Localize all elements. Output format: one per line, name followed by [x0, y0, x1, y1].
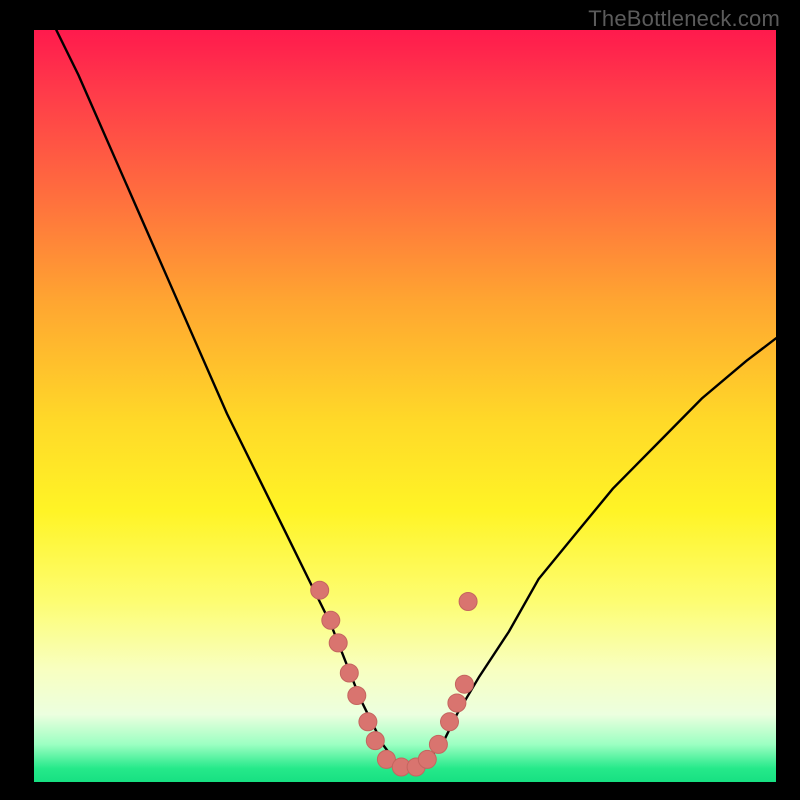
curve-marker: [441, 713, 459, 731]
curve-marker: [311, 581, 329, 599]
curve-marker: [366, 732, 384, 750]
curve-marker: [329, 634, 347, 652]
curve-layer: [34, 30, 776, 782]
plot-area: [34, 30, 776, 782]
curve-marker: [359, 713, 377, 731]
curve-marker: [448, 694, 466, 712]
curve-marker: [459, 593, 477, 611]
curve-marker: [340, 664, 358, 682]
chart-frame: TheBottleneck.com: [0, 0, 800, 800]
curve-marker: [455, 675, 473, 693]
curve-marker: [348, 687, 366, 705]
bottleneck-curve: [56, 30, 776, 767]
curve-markers: [311, 581, 477, 776]
curve-marker: [322, 611, 340, 629]
curve-marker: [429, 735, 447, 753]
curve-marker: [418, 750, 436, 768]
attribution-text: TheBottleneck.com: [588, 6, 780, 32]
